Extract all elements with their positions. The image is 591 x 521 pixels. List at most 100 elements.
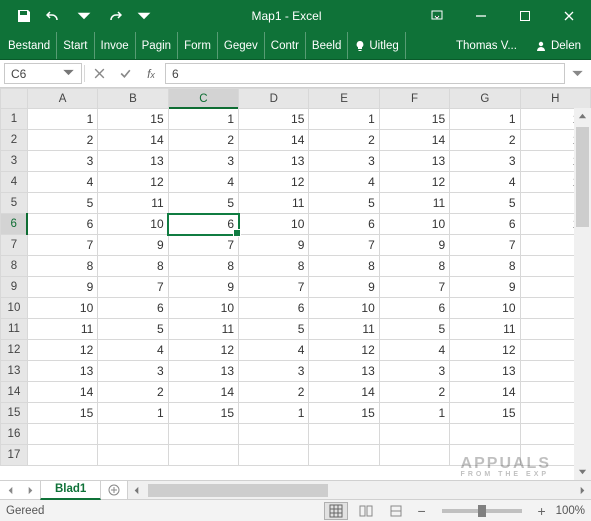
row-header[interactable]: 10 (1, 298, 28, 319)
tab-beeld[interactable]: Beeld (306, 32, 348, 59)
cell[interactable]: 9 (27, 277, 97, 298)
row-header[interactable]: 9 (1, 277, 28, 298)
cell[interactable] (379, 445, 449, 466)
cell[interactable]: 7 (168, 235, 238, 256)
cell[interactable]: 6 (309, 214, 379, 235)
cell[interactable]: 4 (27, 172, 97, 193)
close-button[interactable] (547, 0, 591, 32)
zoom-thumb[interactable] (478, 505, 486, 517)
cell[interactable]: 8 (379, 256, 449, 277)
cell[interactable]: 14 (168, 382, 238, 403)
cell[interactable]: 13 (379, 151, 449, 172)
cell[interactable]: 15 (309, 403, 379, 424)
cell[interactable]: 10 (309, 298, 379, 319)
share-button[interactable]: Delen (525, 32, 591, 59)
cancel-formula-button[interactable] (87, 63, 111, 84)
tab-pagina[interactable]: Pagin (136, 32, 178, 59)
cell[interactable]: 6 (168, 214, 238, 235)
column-header[interactable]: F (379, 89, 449, 109)
scroll-thumb[interactable] (148, 484, 328, 497)
cell[interactable] (27, 445, 97, 466)
zoom-in-button[interactable]: + (534, 503, 550, 519)
cell[interactable]: 5 (450, 193, 520, 214)
cell[interactable]: 2 (450, 130, 520, 151)
zoom-slider[interactable] (442, 509, 522, 513)
cell[interactable] (309, 445, 379, 466)
cell[interactable]: 2 (168, 130, 238, 151)
cell[interactable]: 11 (450, 319, 520, 340)
cell[interactable] (168, 445, 238, 466)
cell[interactable]: 9 (379, 235, 449, 256)
cell[interactable]: 9 (450, 277, 520, 298)
cell[interactable]: 13 (239, 151, 309, 172)
user-account[interactable]: Thomas V... (448, 32, 525, 59)
cell[interactable]: 1 (168, 109, 238, 130)
cell[interactable]: 3 (309, 151, 379, 172)
sheet-tab-active[interactable]: Blad1 (40, 481, 101, 500)
cell[interactable]: 9 (309, 277, 379, 298)
cell[interactable]: 10 (239, 214, 309, 235)
cell[interactable]: 6 (379, 298, 449, 319)
row-header[interactable]: 14 (1, 382, 28, 403)
tab-start[interactable]: Start (57, 32, 94, 59)
cell[interactable] (27, 424, 97, 445)
cell[interactable]: 1 (450, 109, 520, 130)
cell[interactable]: 4 (168, 172, 238, 193)
cell[interactable] (309, 424, 379, 445)
zoom-level[interactable]: 100% (556, 505, 585, 517)
scroll-thumb[interactable] (576, 127, 589, 227)
cell[interactable]: 8 (27, 256, 97, 277)
cell[interactable]: 15 (379, 109, 449, 130)
cell[interactable]: 11 (239, 193, 309, 214)
cell[interactable]: 4 (309, 172, 379, 193)
undo-dropdown[interactable] (70, 2, 98, 30)
cell[interactable]: 12 (168, 340, 238, 361)
spreadsheet-grid[interactable]: ABCDEFGH11151151151152214214214214331331… (0, 88, 591, 480)
cell[interactable]: 12 (239, 172, 309, 193)
row-header[interactable]: 12 (1, 340, 28, 361)
cell[interactable]: 10 (27, 298, 97, 319)
insert-function-button[interactable]: fx (139, 63, 163, 84)
cell[interactable]: 13 (98, 151, 168, 172)
cell[interactable]: 6 (239, 298, 309, 319)
cell[interactable]: 11 (27, 319, 97, 340)
cell[interactable]: 13 (309, 361, 379, 382)
cell[interactable]: 12 (450, 340, 520, 361)
tell-me[interactable]: Uitleg (348, 32, 405, 59)
cell[interactable] (98, 445, 168, 466)
cell[interactable]: 5 (98, 319, 168, 340)
cell[interactable]: 9 (168, 277, 238, 298)
tab-bestand[interactable]: Bestand (0, 32, 57, 59)
cell[interactable]: 3 (168, 151, 238, 172)
tab-formules[interactable]: Form (178, 32, 218, 59)
cell[interactable]: 9 (239, 235, 309, 256)
cell[interactable]: 7 (27, 235, 97, 256)
name-box[interactable]: C6 (4, 63, 82, 84)
column-header[interactable]: A (27, 89, 97, 109)
cell[interactable]: 8 (450, 256, 520, 277)
cell[interactable] (450, 445, 520, 466)
row-header[interactable]: 16 (1, 424, 28, 445)
cell[interactable]: 5 (239, 319, 309, 340)
cell[interactable]: 10 (379, 214, 449, 235)
cell[interactable]: 6 (450, 214, 520, 235)
row-header[interactable]: 13 (1, 361, 28, 382)
column-header[interactable]: C (168, 89, 238, 109)
cell[interactable]: 14 (309, 382, 379, 403)
row-header[interactable]: 6 (1, 214, 28, 235)
column-header[interactable]: G (450, 89, 520, 109)
redo-button[interactable] (100, 2, 128, 30)
row-header[interactable]: 4 (1, 172, 28, 193)
cell[interactable]: 6 (27, 214, 97, 235)
cell[interactable]: 12 (309, 340, 379, 361)
cell[interactable]: 14 (450, 382, 520, 403)
cell[interactable]: 3 (27, 151, 97, 172)
zoom-out-button[interactable]: − (414, 503, 430, 519)
sheet-nav-next[interactable] (20, 486, 40, 495)
row-header[interactable]: 11 (1, 319, 28, 340)
cell[interactable]: 6 (98, 298, 168, 319)
row-header[interactable]: 17 (1, 445, 28, 466)
cell[interactable] (239, 445, 309, 466)
horizontal-scrollbar[interactable] (127, 481, 591, 499)
cell[interactable]: 3 (450, 151, 520, 172)
